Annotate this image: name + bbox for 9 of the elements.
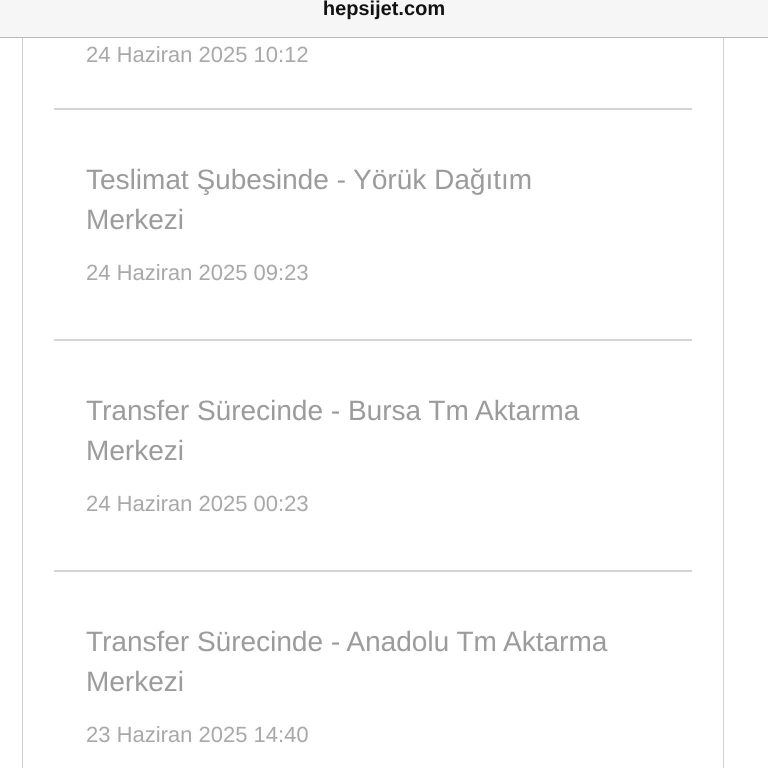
address-bar[interactable]: hepsijet.com — [0, 0, 768, 38]
event-date: 24 Haziran 2025 10:12 — [86, 42, 310, 68]
event-title: Transfer Sürecinde - Anadolu Tm Aktarma Merkezi — [86, 625, 608, 699]
event-date: 24 Haziran 2025 00:23 — [86, 491, 310, 517]
event-date: 23 Haziran 2025 14:40 — [86, 722, 310, 748]
event-date: 24 Haziran 2025 09:23 — [86, 260, 310, 286]
event-title: Transfer Sürecinde - Bursa Tm Aktarma Merkezi — [86, 394, 580, 468]
event-title: Teslimat Şubesinde - Yörük Dağıtım Merkezi — [86, 163, 534, 237]
url-text: hepsijet.com — [322, 0, 446, 18]
